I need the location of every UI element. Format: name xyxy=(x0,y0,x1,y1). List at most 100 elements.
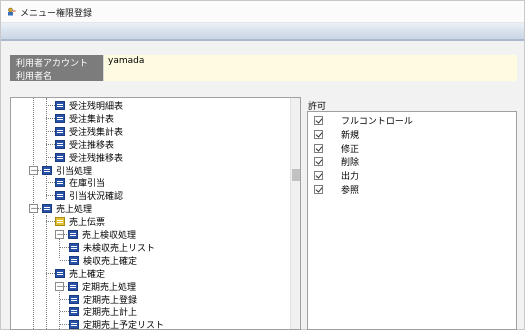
tree-node-label[interactable]: 売上処理 xyxy=(56,202,92,215)
tree-connector xyxy=(46,156,55,158)
tree-connector xyxy=(46,117,55,119)
tree-connector xyxy=(60,311,69,313)
collapse-toggle-icon[interactable]: － xyxy=(55,281,64,291)
tree-node[interactable]: － 定期売上処理 xyxy=(11,280,289,293)
tree-node-label[interactable]: 定期売上計上 xyxy=(83,305,137,318)
tree-node-label[interactable]: 定期売上処理 xyxy=(82,280,136,293)
menu-item-icon xyxy=(55,152,65,162)
tree-node[interactable]: 受注残明細表 xyxy=(11,99,289,112)
account-field[interactable]: yamada xyxy=(103,55,517,68)
permission-item[interactable]: 新規 xyxy=(308,128,516,141)
menu-folder-icon xyxy=(68,281,78,291)
tree-node[interactable]: 検収売上確定 xyxy=(11,254,289,267)
permission-item[interactable]: フルコントロール xyxy=(308,114,516,127)
tree-connector xyxy=(60,324,69,326)
window-title: メニュー権限登録 xyxy=(20,9,93,19)
tree-node-label[interactable]: 定期売上予定リスト xyxy=(83,318,164,329)
tree-node-label[interactable]: 売上確定 xyxy=(69,267,105,280)
tree-node[interactable]: 定期売上計上 xyxy=(11,305,289,318)
header-band xyxy=(1,23,524,39)
tree-node[interactable]: 売上伝票 xyxy=(11,215,289,228)
tree-node[interactable]: 受注推移表 xyxy=(11,138,289,151)
tree-connector xyxy=(46,221,55,223)
tree-node-label[interactable]: 検収売上確定 xyxy=(83,254,137,267)
permission-checkbox[interactable] xyxy=(314,116,323,125)
permission-label: 削除 xyxy=(341,158,360,169)
menu-item-icon xyxy=(55,101,65,110)
tree-node-label[interactable]: 受注残推移表 xyxy=(69,151,123,164)
collapse-toggle-icon[interactable]: － xyxy=(29,204,38,214)
tree-node[interactable]: 売上確定 xyxy=(11,267,289,280)
tree-node-label[interactable]: 受注残明細表 xyxy=(69,99,123,112)
permission-checkbox[interactable] xyxy=(314,157,323,167)
menu-folder-icon xyxy=(42,204,52,214)
menu-tree[interactable]: 受注残明細表 受注集計表 受注残集計表 受注推移表 受注残推移表 － 引当処理 在庫引当 引当状… xyxy=(10,97,301,330)
tree-node[interactable]: － 引当処理 xyxy=(11,164,289,177)
tree-connector xyxy=(46,182,55,184)
tree-node-label[interactable]: 受注集計表 xyxy=(69,112,114,125)
tree-node-label[interactable]: 売上伝票 xyxy=(69,215,105,228)
menu-item-icon xyxy=(55,113,65,123)
permission-checkbox[interactable] xyxy=(314,129,323,139)
tree-connector xyxy=(46,195,55,197)
permission-label: 参照 xyxy=(341,186,360,196)
tree-node-label[interactable]: 未検収売上リスト xyxy=(83,241,155,254)
menu-item-icon xyxy=(55,139,65,149)
menu-permission-window: メニュー権限登録 利用者アカウント yamada 利用者名 受注残明細表 受注集計… xyxy=(0,0,525,330)
menu-item-icon xyxy=(55,178,65,188)
user-key-icon xyxy=(8,7,16,16)
tree-node-label[interactable]: 在庫引当 xyxy=(69,176,105,189)
menu-item-icon xyxy=(69,242,79,252)
tree-connector xyxy=(60,246,69,248)
tree-node-label[interactable]: 引当状況確認 xyxy=(69,189,123,202)
permission-item[interactable]: 削除 xyxy=(308,155,516,168)
menu-item-icon xyxy=(69,294,79,304)
tree-node-label[interactable]: 受注推移表 xyxy=(69,138,114,151)
tree-node-label[interactable]: 定期売上登録 xyxy=(83,293,137,306)
title-bar: メニュー権限登録 xyxy=(1,1,524,23)
tree-node[interactable]: 受注残集計表 xyxy=(11,125,289,138)
tree-node[interactable]: 定期売上登録 xyxy=(11,293,289,306)
header-divider xyxy=(1,39,524,41)
tree-node[interactable]: 受注残推移表 xyxy=(11,151,289,164)
permission-label: フルコントロール xyxy=(341,117,413,127)
permission-label: 出力 xyxy=(341,172,360,183)
tree-connector xyxy=(46,105,55,106)
menu-item-icon xyxy=(55,191,65,201)
tree-node-label[interactable]: 受注残集計表 xyxy=(69,125,123,138)
form-item-icon xyxy=(55,217,65,227)
tree-node[interactable]: 在庫引当 xyxy=(11,176,289,189)
tree-node[interactable]: － 売上処理 xyxy=(11,202,289,215)
permission-checkbox[interactable] xyxy=(314,185,323,194)
permission-checkbox[interactable] xyxy=(314,143,323,153)
menu-item-icon xyxy=(55,126,65,136)
menu-folder-icon xyxy=(42,165,52,175)
menu-item-icon xyxy=(55,268,65,278)
menu-folder-icon xyxy=(68,230,78,239)
collapse-toggle-icon[interactable]: － xyxy=(29,165,38,175)
tree-scrollbar-thumb[interactable] xyxy=(292,169,300,181)
permission-item[interactable]: 参照 xyxy=(308,183,516,196)
tree-node[interactable]: 受注集計表 xyxy=(11,112,289,125)
tree-node[interactable]: 定期売上予定リスト xyxy=(11,318,289,329)
tree-scrollbar[interactable] xyxy=(290,98,300,329)
tree-node[interactable]: 引当状況確認 xyxy=(11,189,289,202)
collapse-toggle-icon[interactable]: － xyxy=(55,230,64,239)
user-name-field[interactable] xyxy=(103,68,517,81)
tree-node-label[interactable]: 引当処理 xyxy=(56,164,92,177)
menu-item-icon xyxy=(69,320,79,329)
permission-item[interactable]: 出力 xyxy=(308,169,516,182)
menu-item-icon xyxy=(69,307,79,317)
permission-checkbox[interactable] xyxy=(314,171,323,181)
tree-node-label[interactable]: 売上検収処理 xyxy=(82,228,136,241)
user-name-label: 利用者名 xyxy=(10,68,103,82)
account-label: 利用者アカウント xyxy=(10,55,103,69)
tree-node[interactable]: 未検収売上リスト xyxy=(11,241,289,254)
tree-connector xyxy=(60,259,69,261)
permission-item[interactable]: 修正 xyxy=(308,142,516,155)
tree-connector xyxy=(46,143,55,145)
permission-list: フルコントロール 新規 修正削除出力参照 xyxy=(307,111,517,330)
tree-connector xyxy=(46,272,55,274)
tree-node[interactable]: － 売上検収処理 xyxy=(11,228,289,241)
tree-connector xyxy=(60,298,69,300)
